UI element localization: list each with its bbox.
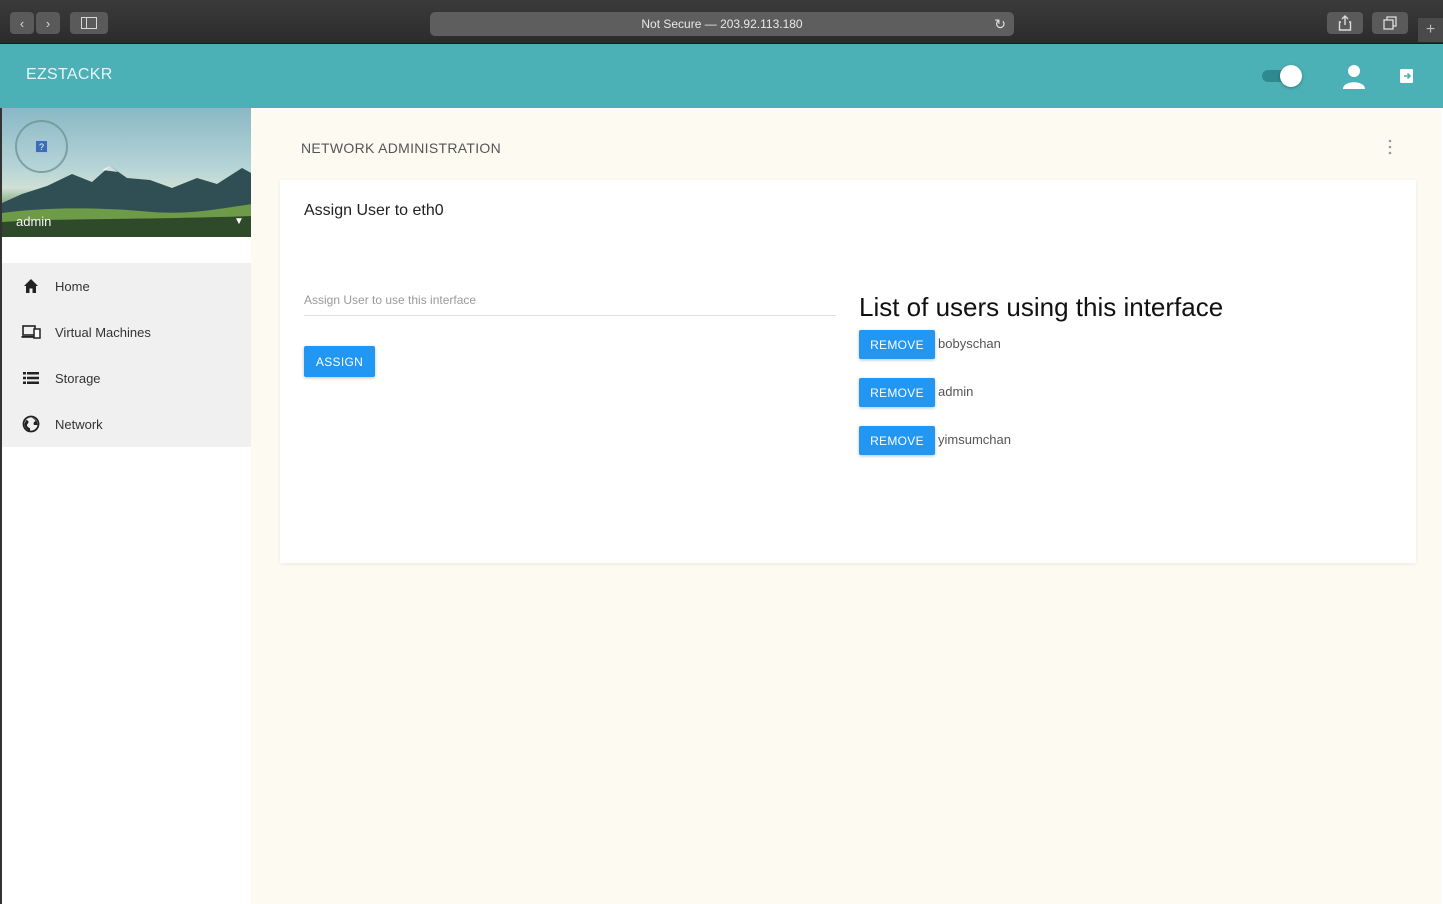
- assign-button[interactable]: ASSIGN: [304, 346, 375, 377]
- sidebar: ? admin ▼ Home Virtual Machines Storage …: [0, 108, 253, 904]
- list-item: REMOVE admin: [859, 378, 1011, 426]
- assign-user-card: Assign User to eth0 ASSIGN List of users…: [280, 180, 1416, 563]
- sidebar-item-virtual-machines[interactable]: Virtual Machines: [2, 309, 253, 355]
- brand-title: EZSTACKR: [26, 66, 113, 83]
- sidebar-item-label: Home: [55, 278, 90, 294]
- list-icon: [23, 372, 39, 384]
- list-item: REMOVE bobyschan: [859, 330, 1011, 378]
- tabs-icon: [1383, 16, 1397, 30]
- logout-icon[interactable]: [1398, 67, 1416, 85]
- theme-toggle[interactable]: [1262, 65, 1302, 87]
- browser-nav-buttons: ‹ ›: [10, 12, 60, 34]
- card-title: Assign User to eth0: [304, 202, 444, 219]
- toggle-knob: [1280, 65, 1302, 87]
- avatar[interactable]: ?: [15, 120, 68, 173]
- new-tab-button[interactable]: +: [1418, 18, 1443, 42]
- assign-user-input[interactable]: [304, 284, 836, 316]
- more-vert-icon[interactable]: [1385, 138, 1395, 156]
- users-list: REMOVE bobyschan REMOVE admin REMOVE yim…: [859, 330, 1011, 474]
- sidebar-item-label: Storage: [55, 370, 101, 386]
- page-title: NETWORK ADMINISTRATION: [301, 140, 502, 156]
- devices-icon: [21, 325, 41, 339]
- share-button[interactable]: [1327, 12, 1363, 34]
- address-bar[interactable]: Not Secure — 203.92.113.180 ↻: [430, 12, 1014, 36]
- user-name: bobyschan: [938, 336, 1001, 351]
- sidebar-toggle-button[interactable]: [70, 12, 108, 34]
- sidebar-nav: Home Virtual Machines Storage Network: [2, 263, 253, 447]
- sidebar-item-home[interactable]: Home: [2, 263, 253, 309]
- sidebar-item-label: Virtual Machines: [55, 324, 151, 340]
- globe-icon: [22, 415, 40, 433]
- profile-banner: ? admin ▼: [2, 108, 253, 237]
- reload-icon[interactable]: ↻: [994, 12, 1006, 36]
- browser-toolbar: ‹ › Not Secure — 203.92.113.180 ↻ +: [0, 0, 1443, 44]
- sidebar-item-label: Network: [55, 416, 103, 432]
- app-header: EZSTACKR: [0, 44, 1443, 108]
- remove-user-button[interactable]: REMOVE: [859, 426, 935, 455]
- remove-user-button[interactable]: REMOVE: [859, 378, 935, 407]
- share-icon: [1338, 15, 1352, 31]
- sidebar-icon: [81, 17, 97, 29]
- caret-down-icon[interactable]: ▼: [234, 216, 244, 227]
- tab-overview-button[interactable]: [1372, 12, 1408, 34]
- avatar-placeholder-icon: ?: [35, 140, 48, 153]
- user-name: admin: [938, 384, 974, 399]
- back-button[interactable]: ‹: [10, 12, 34, 34]
- main-content: NETWORK ADMINISTRATION Assign User to et…: [251, 108, 1441, 904]
- profile-username[interactable]: admin: [16, 214, 51, 229]
- sidebar-item-network[interactable]: Network: [2, 401, 253, 447]
- account-icon[interactable]: [1340, 62, 1368, 90]
- address-text: Not Secure — 203.92.113.180: [641, 17, 803, 31]
- user-name: yimsumchan: [938, 432, 1011, 447]
- forward-button[interactable]: ›: [36, 12, 60, 34]
- users-list-heading: List of users using this interface: [859, 292, 1224, 322]
- list-item: REMOVE yimsumchan: [859, 426, 1011, 474]
- home-icon: [24, 279, 38, 293]
- remove-user-button[interactable]: REMOVE: [859, 330, 935, 359]
- sidebar-item-storage[interactable]: Storage: [2, 355, 253, 401]
